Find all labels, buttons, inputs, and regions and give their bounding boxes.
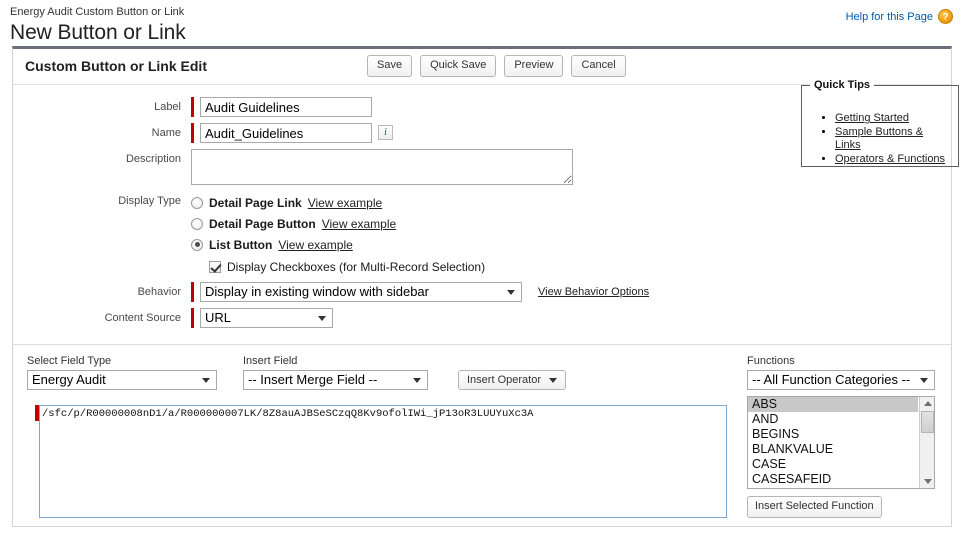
help-for-this-page-link[interactable]: Help for this Page (846, 11, 933, 23)
list-item[interactable]: ABS (748, 397, 918, 412)
function-categories-dropdown[interactable]: -- All Function Categories -- (747, 370, 935, 390)
question-mark-icon[interactable]: ? (938, 9, 953, 24)
select-field-type-label: Select Field Type (27, 355, 112, 367)
behavior-label: Behavior (137, 286, 181, 298)
cancel-button[interactable]: Cancel (571, 55, 626, 77)
required-indicator (191, 97, 194, 117)
behavior-selected-value: Display in existing window with sidebar (205, 284, 429, 299)
radio-button-icon[interactable] (191, 196, 203, 209)
list-item[interactable]: BLANKVALUE (748, 442, 918, 457)
label-input[interactable] (200, 97, 372, 117)
sample-buttons-links-link[interactable]: Sample Buttons & Links (835, 126, 923, 151)
chevron-down-icon (548, 377, 557, 383)
formula-editor: Select Field Type Energy Audit Insert Fi… (13, 344, 951, 526)
list-item: Sample Buttons & Links (835, 126, 949, 152)
page-title: New Button or Link (10, 21, 186, 44)
quick-tips-legend: Quick Tips (810, 79, 875, 91)
list-item[interactable]: CASE (748, 457, 918, 472)
radio-label: Detail Page Button (209, 216, 316, 231)
list-item[interactable]: CASESAFEID (748, 472, 918, 487)
list-item[interactable]: BEGINS (748, 427, 918, 442)
quick-save-button[interactable]: Quick Save (420, 55, 497, 77)
insert-operator-button[interactable]: Insert Operator (458, 370, 566, 390)
quick-tips-list: Getting Started Sample Buttons & Links O… (811, 90, 949, 166)
functions-listbox[interactable]: ABS AND BEGINS BLANKVALUE CASE CASESAFEI… (747, 396, 935, 489)
display-checkboxes-row[interactable]: Display Checkboxes (for Multi-Record Sel… (209, 258, 485, 276)
formula-textarea[interactable]: /sfc/p/R00000008nD1/a/R000000007LK/8Z8au… (39, 405, 727, 518)
list-item: Operators & Functions (835, 153, 949, 166)
radio-label: List Button (209, 237, 273, 252)
custom-button-edit-panel: Custom Button or Link Edit Save Quick Sa… (12, 46, 959, 527)
formula-input-area: /sfc/p/R00000008nD1/a/R000000007LK/8Z8au… (35, 405, 727, 518)
select-field-type-dropdown[interactable]: Energy Audit (27, 370, 217, 390)
view-behavior-options-link[interactable]: View Behavior Options (538, 282, 649, 302)
chevron-down-icon (413, 378, 421, 383)
panel-title: Custom Button or Link Edit (25, 58, 207, 74)
chevron-down-icon (507, 290, 515, 295)
description-field-label: Description (125, 153, 181, 165)
behavior-select[interactable]: Display in existing window with sidebar (200, 282, 522, 302)
required-indicator (191, 308, 194, 328)
label-field-label: Label (154, 101, 181, 113)
panel-action-buttons: Save Quick Save Preview Cancel (366, 55, 626, 77)
functions-list: ABS AND BEGINS BLANKVALUE CASE CASESAFEI… (748, 397, 918, 487)
view-example-link[interactable]: View example (278, 238, 352, 252)
scroll-up-arrow-icon[interactable] (920, 397, 934, 410)
chevron-down-icon (920, 378, 928, 383)
insert-field-group: Insert Field -- Insert Merge Field -- (243, 355, 428, 390)
display-type-row: Display Type Detail Page Link View examp… (13, 191, 951, 276)
required-indicator (191, 123, 194, 143)
checkbox-icon-checked[interactable] (209, 261, 221, 273)
list-item[interactable]: AND (748, 412, 918, 427)
form-body: Label Name i Description Display Type (13, 79, 959, 344)
insert-merge-field-dropdown[interactable]: -- Insert Merge Field -- (243, 370, 428, 390)
display-type-label: Display Type (118, 195, 181, 207)
radio-button-icon[interactable] (191, 217, 203, 230)
scrollbar-thumb[interactable] (921, 411, 934, 433)
content-source-select[interactable]: URL (200, 308, 333, 328)
name-field-label: Name (151, 127, 181, 139)
getting-started-link[interactable]: Getting Started (835, 112, 909, 124)
content-source-label: Content Source (104, 312, 181, 324)
preview-button[interactable]: Preview (504, 55, 564, 77)
view-example-link[interactable]: View example (308, 196, 382, 210)
scroll-down-arrow-icon[interactable] (920, 475, 934, 488)
chevron-down-icon (318, 316, 326, 321)
insert-operator-label: Insert Operator (467, 373, 541, 386)
list-item: Getting Started (835, 112, 949, 125)
page-header: Energy Audit Custom Button or Link New B… (0, 0, 962, 46)
display-type-radio-group: Detail Page Link View example Detail Pag… (191, 191, 485, 276)
display-checkboxes-label: Display Checkboxes (for Multi-Record Sel… (227, 260, 486, 274)
save-button[interactable]: Save (366, 55, 413, 77)
description-textarea[interactable] (191, 149, 573, 185)
operators-functions-link[interactable]: Operators & Functions (835, 153, 945, 165)
name-input[interactable] (200, 123, 372, 143)
merge-field-selected-value: -- Insert Merge Field -- (248, 372, 378, 387)
required-indicator (191, 282, 194, 302)
functions-scrollbar[interactable] (919, 397, 934, 488)
radio-button-icon-selected[interactable] (191, 238, 203, 251)
function-category-selected-value: -- All Function Categories -- (752, 372, 911, 387)
insert-operator-group: Insert Operator (458, 370, 566, 390)
quick-tips-box: Quick Tips Getting Started Sample Button… (801, 79, 959, 167)
radio-label: Detail Page Link (209, 195, 302, 210)
functions-label: Functions (747, 355, 795, 367)
radio-detail-page-button[interactable]: Detail Page Button View example (191, 214, 485, 233)
functions-panel: Functions -- All Function Categories -- … (747, 355, 942, 518)
content-source-row: Content Source URL (13, 308, 951, 328)
select-field-type-group: Select Field Type Energy Audit (27, 355, 217, 390)
info-icon[interactable]: i (378, 125, 393, 140)
radio-list-button[interactable]: List Button View example (191, 235, 485, 254)
insert-field-label: Insert Field (243, 355, 298, 367)
chevron-down-icon (202, 378, 210, 383)
breadcrumb: Energy Audit Custom Button or Link (10, 6, 185, 18)
radio-detail-page-link[interactable]: Detail Page Link View example (191, 193, 485, 212)
field-type-selected-value: Energy Audit (32, 372, 106, 387)
insert-selected-function-button[interactable]: Insert Selected Function (747, 496, 882, 518)
behavior-row: Behavior Display in existing window with… (13, 282, 951, 302)
content-source-selected-value: URL (205, 310, 232, 325)
help-area: Help for this Page ? (846, 9, 953, 24)
view-example-link[interactable]: View example (322, 217, 396, 231)
